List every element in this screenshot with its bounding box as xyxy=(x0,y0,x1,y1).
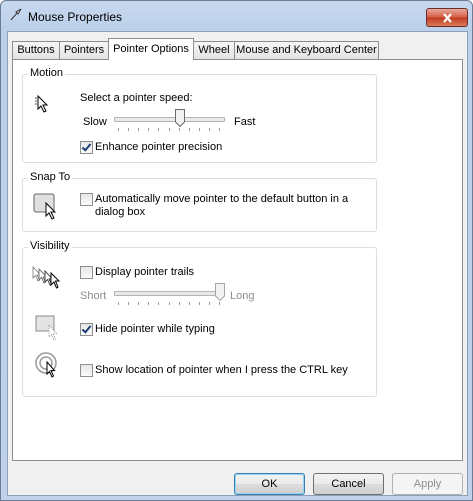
slider-tick xyxy=(219,128,220,131)
snap-to-label-line2: dialog box xyxy=(95,206,146,218)
pointer-trails-ticks xyxy=(118,302,220,306)
slider-tick xyxy=(118,302,119,305)
close-icon xyxy=(442,12,452,23)
snap-to-checkbox[interactable] xyxy=(80,193,93,206)
fast-label: Fast xyxy=(234,116,256,128)
dialog-body: Buttons Pointers Pointer Options Wheel M… xyxy=(7,31,468,496)
visibility-group-title: Visibility xyxy=(28,240,72,252)
snap-to-group: Snap To Automatically move pointer to th… xyxy=(22,171,377,232)
short-label: Short xyxy=(80,290,107,302)
slider-tick xyxy=(148,128,149,131)
motion-group-title: Motion xyxy=(28,67,66,79)
pointer-trails-track xyxy=(114,291,225,296)
tab-pointers[interactable]: Pointers xyxy=(59,41,109,59)
slider-tick xyxy=(158,302,159,305)
pointer-speed-label: Select a pointer speed: xyxy=(80,92,193,104)
motion-group: Motion Select a pointer speed: Slow Fast… xyxy=(22,67,377,163)
slider-tick xyxy=(128,302,129,305)
pointer-speed-ticks xyxy=(118,128,220,132)
snap-to-button-icon xyxy=(33,193,57,220)
long-label: Long xyxy=(230,290,255,302)
pointer-speed-slider[interactable] xyxy=(175,109,185,127)
tab-buttons[interactable]: Buttons xyxy=(12,41,60,59)
ok-button[interactable]: OK xyxy=(234,473,305,495)
slider-tick xyxy=(179,128,180,131)
pointer-trails-label: Display pointer trails xyxy=(95,266,195,278)
slider-tick xyxy=(169,302,170,305)
slider-tick xyxy=(148,302,149,305)
hide-pointer-label: Hide pointer while typing xyxy=(95,323,215,335)
apply-button[interactable]: Apply xyxy=(392,473,463,495)
slider-tick xyxy=(199,128,200,131)
mouse-pointer-icon xyxy=(10,8,22,21)
tab-wheel[interactable]: Wheel xyxy=(193,41,235,59)
enhance-precision-label: Enhance pointer precision xyxy=(95,141,223,153)
show-location-label: Show location of pointer when I press th… xyxy=(95,364,348,376)
slider-tick xyxy=(199,302,200,305)
slider-tick xyxy=(179,302,180,305)
pointer-options-panel: Motion Select a pointer speed: Slow Fast… xyxy=(12,59,463,461)
snap-to-group-title: Snap To xyxy=(28,171,73,183)
hide-pointer-checkbox[interactable] xyxy=(80,323,93,336)
pointer-speed-icon xyxy=(35,94,49,113)
slider-tick xyxy=(189,302,190,305)
hide-pointer-icon xyxy=(35,315,58,341)
slider-tick xyxy=(189,128,190,131)
enhance-precision-checkbox[interactable] xyxy=(80,141,93,154)
slider-tick xyxy=(128,128,129,131)
close-button[interactable] xyxy=(426,8,468,27)
visibility-group: Visibility Display pointer trails Short … xyxy=(22,240,377,397)
tab-pointer-options[interactable]: Pointer Options xyxy=(108,38,194,60)
slow-label: Slow xyxy=(83,116,107,128)
slider-tick xyxy=(209,302,210,305)
mouse-properties-window: Mouse Properties Buttons Pointers Pointe… xyxy=(0,0,473,501)
window-title: Mouse Properties xyxy=(28,10,123,24)
slider-tick xyxy=(158,128,159,131)
pointer-trails-slider[interactable] xyxy=(215,283,225,301)
show-location-icon xyxy=(35,352,57,378)
pointer-trails-icon xyxy=(32,265,61,289)
pointer-speed-track xyxy=(114,117,225,122)
cancel-button[interactable]: Cancel xyxy=(313,473,384,495)
show-location-checkbox[interactable] xyxy=(80,364,93,377)
slider-tick xyxy=(209,128,210,131)
slider-tick xyxy=(219,302,220,305)
snap-to-label-line1: Automatically move pointer to the defaul… xyxy=(95,193,349,205)
title-bar[interactable]: Mouse Properties xyxy=(1,1,472,31)
tab-mouse-and-keyboard-center[interactable]: Mouse and Keyboard Center xyxy=(234,41,379,59)
slider-tick xyxy=(169,128,170,131)
slider-tick xyxy=(138,128,139,131)
slider-tick xyxy=(118,128,119,131)
pointer-trails-checkbox[interactable] xyxy=(80,266,93,279)
slider-tick xyxy=(138,302,139,305)
